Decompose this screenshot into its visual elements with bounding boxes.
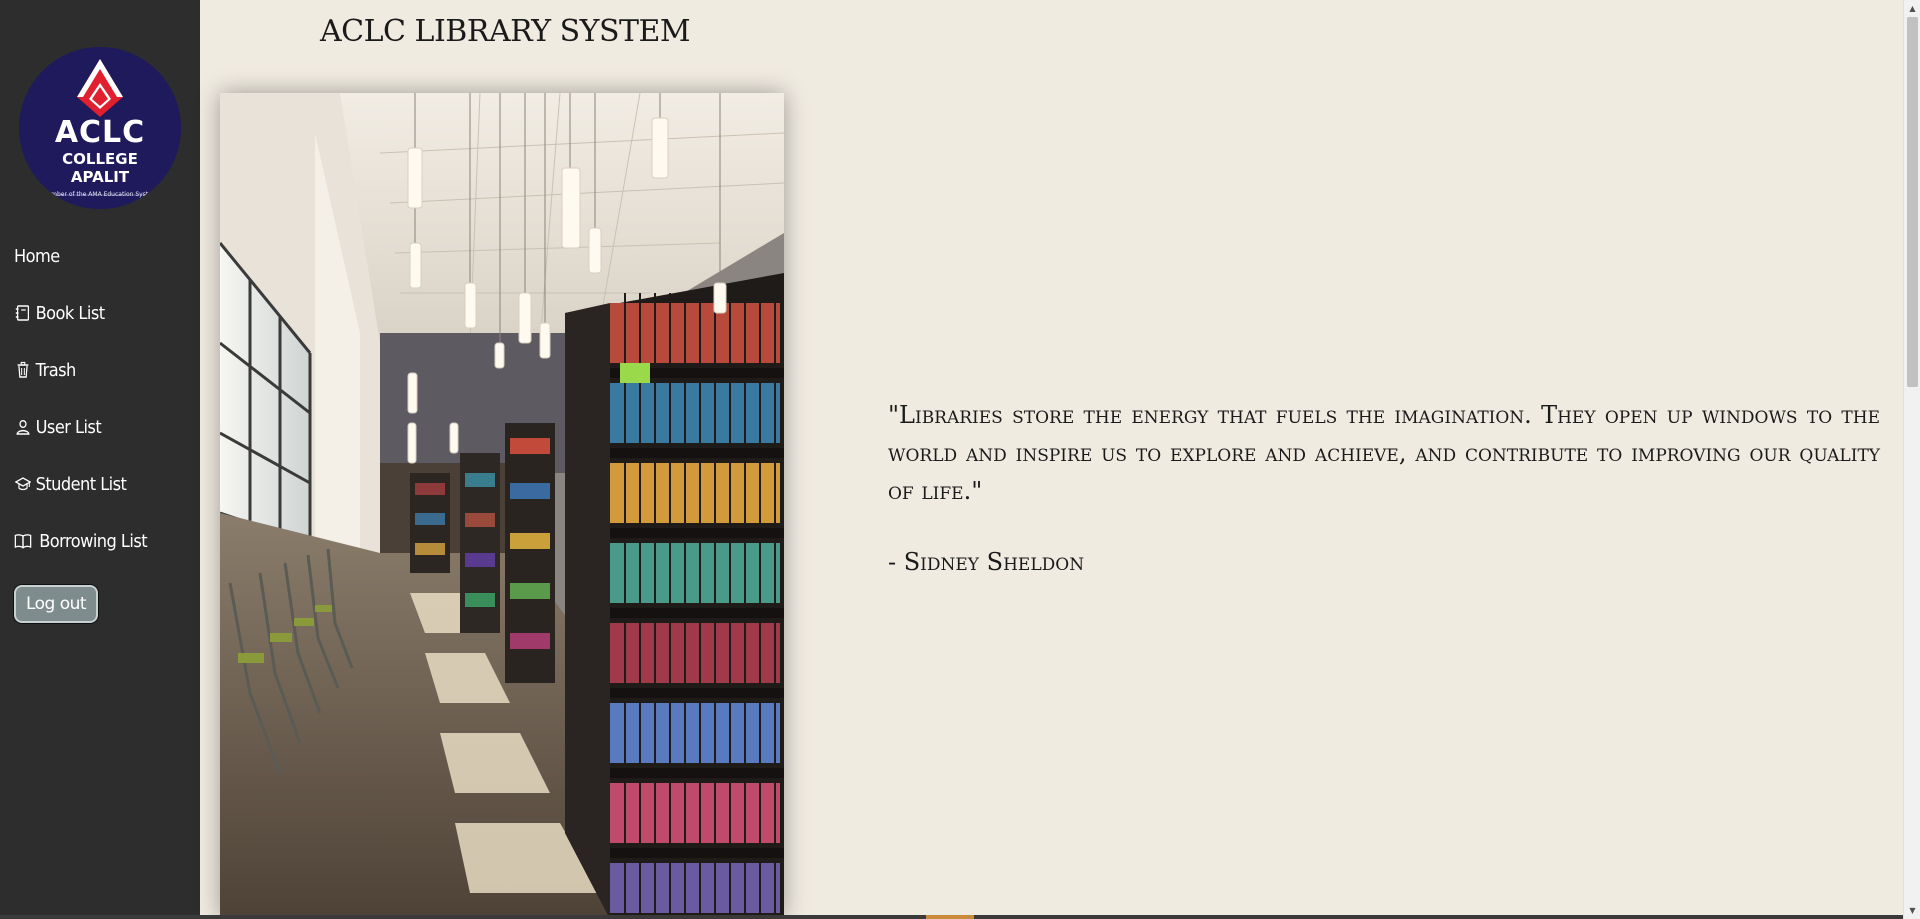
scroll-up-icon[interactable]: ▲ bbox=[1904, 0, 1920, 17]
sidebar-item-label: Trash bbox=[35, 359, 77, 381]
sidebar-item-book-list[interactable]: Book List bbox=[14, 298, 105, 328]
logo-campus: APALIT bbox=[70, 168, 130, 186]
logo-acronym: ACLC bbox=[54, 115, 146, 150]
vertical-scrollbar[interactable]: ▲ ▼ bbox=[1903, 0, 1920, 919]
sidebar-item-label: Borrowing List bbox=[39, 530, 148, 552]
trash-icon bbox=[14, 360, 32, 380]
logo-tagline: Member of the AMA Education System bbox=[42, 191, 158, 198]
sidebar: ACLC COLLEGE APALIT Member of the AMA Ed… bbox=[0, 0, 200, 919]
sidebar-item-label: Student List bbox=[35, 473, 127, 495]
horizontal-scrollbar-thumb[interactable] bbox=[926, 915, 974, 919]
logout-button[interactable]: Log out bbox=[14, 585, 98, 623]
logo-college: COLLEGE bbox=[62, 150, 138, 168]
scrollbar-thumb[interactable] bbox=[1907, 17, 1918, 387]
sidebar-item-borrowing-list[interactable]: Borrowing List bbox=[14, 526, 148, 556]
college-logo[interactable]: ACLC COLLEGE APALIT Member of the AMA Ed… bbox=[19, 47, 181, 209]
notebook-icon bbox=[14, 303, 32, 323]
sidebar-item-user-list[interactable]: User List bbox=[14, 412, 102, 442]
quote-text: "Libraries store the energy that fuels t… bbox=[888, 401, 1880, 505]
open-book-icon bbox=[14, 531, 32, 551]
sidebar-item-label: Book List bbox=[35, 302, 105, 324]
quote-author: - Sidney Sheldon bbox=[888, 548, 1085, 576]
person-icon bbox=[14, 417, 32, 437]
sidebar-item-label: User List bbox=[35, 416, 102, 438]
scroll-down-icon[interactable]: ▼ bbox=[1904, 902, 1920, 919]
sidebar-item-trash[interactable]: Trash bbox=[14, 355, 76, 385]
sidebar-item-label: Home bbox=[14, 245, 60, 267]
sidebar-item-home[interactable]: Home bbox=[14, 241, 60, 271]
library-photo bbox=[220, 93, 784, 919]
page-title: ACLC LIBRARY SYSTEM bbox=[320, 14, 691, 49]
graduation-cap-icon bbox=[14, 474, 32, 494]
sidebar-item-student-list[interactable]: Student List bbox=[14, 469, 127, 499]
